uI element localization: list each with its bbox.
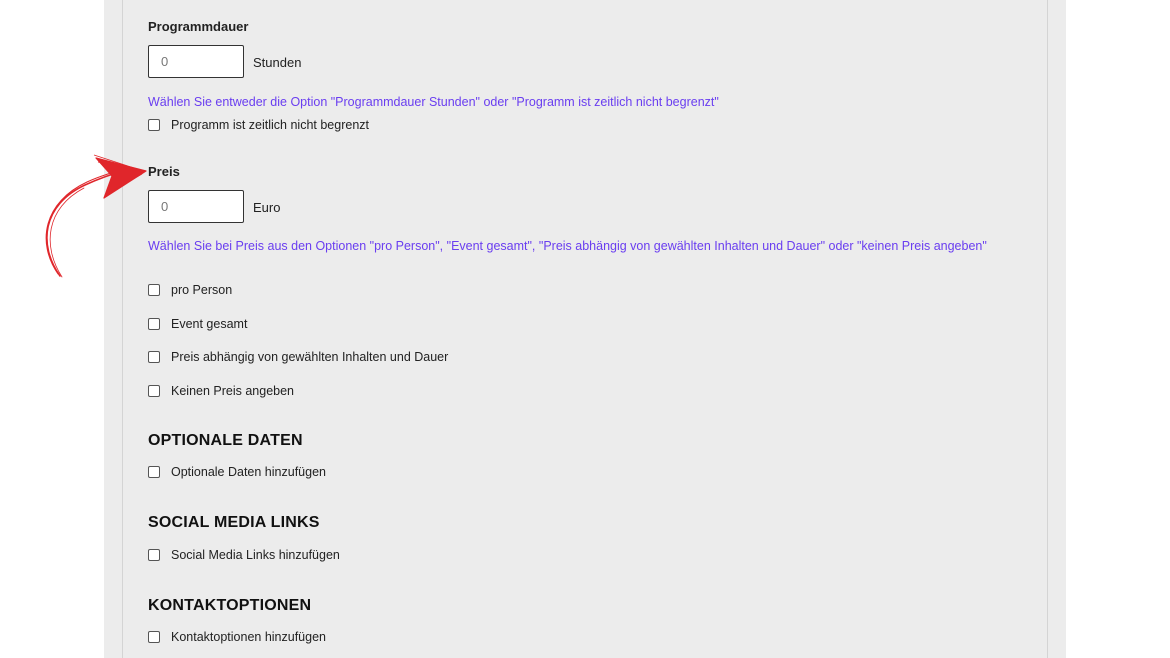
kontaktoptionen-label: Kontaktoptionen hinzufügen: [171, 630, 326, 644]
preis-abhaengig-checkbox[interactable]: [148, 351, 160, 363]
programmdauer-label: Programmdauer: [148, 19, 249, 34]
optionale-daten-checkbox[interactable]: [148, 466, 160, 478]
preis-option-event-gesamt[interactable]: Event gesamt: [148, 317, 247, 331]
preis-option-pro-person[interactable]: pro Person: [148, 283, 232, 297]
event-gesamt-label: Event gesamt: [171, 317, 248, 331]
keinen-preis-checkbox[interactable]: [148, 385, 160, 397]
pro-person-checkbox[interactable]: [148, 284, 160, 296]
preis-unit-label: Euro: [253, 200, 281, 215]
programm-unbegrenzt-label: Programm ist zeitlich nicht begrenzt: [171, 118, 369, 132]
social-media-checkbox[interactable]: [148, 549, 160, 561]
optionale-daten-heading: OPTIONALE DATEN: [148, 432, 303, 449]
social-media-option[interactable]: Social Media Links hinzufügen: [148, 548, 340, 562]
programmdauer-input[interactable]: [148, 45, 244, 78]
preis-option-abhaengig[interactable]: Preis abhängig von gewählten Inhalten un…: [148, 350, 448, 364]
optionale-daten-option[interactable]: Optionale Daten hinzufügen: [148, 465, 326, 479]
keinen-preis-label: Keinen Preis angeben: [171, 384, 295, 398]
programmdauer-unit-label: Stunden: [253, 55, 302, 70]
preis-abhaengig-label: Preis abhängig von gewählten Inhalten un…: [171, 350, 449, 364]
optionale-daten-label: Optionale Daten hinzufügen: [171, 465, 326, 479]
kontaktoptionen-checkbox[interactable]: [148, 631, 160, 643]
social-media-label: Social Media Links hinzufügen: [171, 548, 340, 562]
preis-input[interactable]: [148, 190, 244, 223]
kontaktoptionen-option[interactable]: Kontaktoptionen hinzufügen: [148, 630, 326, 644]
preis-hint: Wählen Sie bei Preis aus den Optionen "p…: [148, 239, 987, 253]
programmdauer-hint: Wählen Sie entweder die Option "Programm…: [148, 95, 719, 109]
pro-person-label: pro Person: [171, 283, 233, 297]
programm-unbegrenzt-option[interactable]: Programm ist zeitlich nicht begrenzt: [148, 118, 369, 132]
programm-unbegrenzt-checkbox[interactable]: [148, 119, 160, 131]
preis-label: Preis: [148, 164, 180, 179]
kontaktoptionen-heading: KONTAKTOPTIONEN: [148, 597, 312, 614]
event-gesamt-checkbox[interactable]: [148, 318, 160, 330]
preis-option-keinen-preis[interactable]: Keinen Preis angeben: [148, 384, 294, 398]
social-media-heading: SOCIAL MEDIA LINKS: [148, 514, 320, 531]
hand-drawn-arrow-icon: [45, 154, 147, 278]
